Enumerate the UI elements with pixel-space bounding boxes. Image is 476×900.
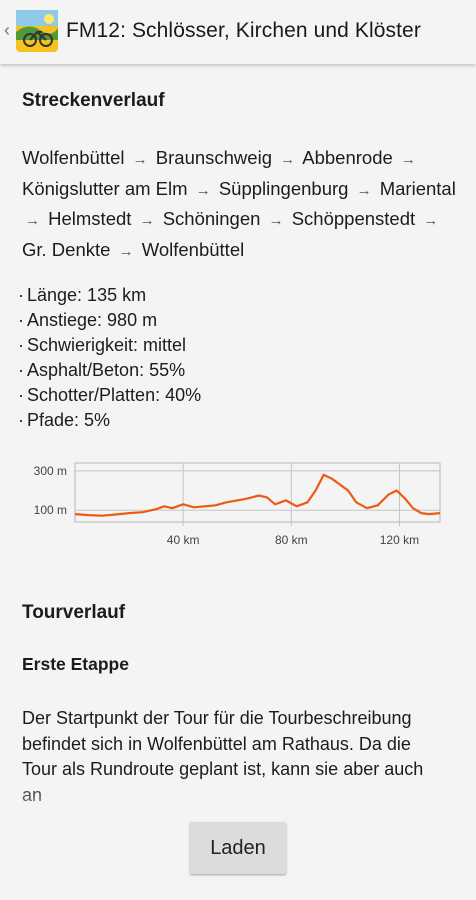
y-tick-label: 100 m [34, 503, 67, 517]
stat-item: Schotter/Platten: 40% [18, 383, 201, 408]
x-tick-label: 40 km [167, 533, 200, 547]
route-stop: Königslutter am Elm [22, 177, 188, 199]
arrow-right-icon: → [423, 212, 439, 229]
elevation-line [74, 473, 441, 517]
route-stop: Wolfenbüttel [141, 238, 245, 260]
x-tick-label: 120 km [380, 533, 419, 547]
route-stats: Länge: 135 kmAnstiege: 980 mSchwierigkei… [18, 283, 201, 433]
arrow-right-icon: → [118, 242, 134, 260]
route-stop: Gr. Denkte [22, 238, 111, 260]
arrow-right-icon: → [268, 212, 284, 229]
stat-item: Länge: 135 km [18, 283, 201, 308]
page-title: FM12: Schlösser, Kirchen und Klöster [66, 19, 421, 42]
stat-item: Asphalt/Beton: 55% [18, 358, 201, 383]
arrow-right-icon: → [25, 212, 40, 229]
arrow-right-icon: → [356, 181, 372, 199]
arrow-right-icon: → [132, 151, 148, 168]
route-stop: Helmstedt [48, 208, 132, 229]
back-chevron-icon[interactable]: ‹ [4, 20, 10, 40]
elevation-chart: 300 m 100 m 40 km 80 km 120 km [34, 462, 441, 547]
stat-item: Pfade: 5% [18, 408, 201, 433]
arrow-right-icon: → [400, 151, 416, 168]
arrow-right-icon: → [280, 151, 296, 168]
stage-heading: Erste Etappe [22, 654, 129, 674]
load-button[interactable]: Laden [190, 822, 286, 874]
route-stop: Mariental [379, 177, 456, 199]
x-tick-label: 80 km [275, 533, 308, 547]
route-stop: Abbenrode [302, 147, 393, 168]
scroll-content[interactable]: Streckenverlauf Wolfenbüttel → Braunschw… [0, 64, 476, 900]
tour-heading: Tourverlauf [22, 602, 126, 623]
route-stop: Süpplingenburg [218, 177, 349, 199]
route-path: Wolfenbüttel → Braunschweig → Abbenrode … [22, 144, 462, 266]
route-stop: Schöningen [162, 208, 261, 229]
route-stop: Braunschweig [155, 147, 272, 168]
route-heading: Streckenverlauf [22, 90, 165, 111]
stat-item: Schwierigkeit: mittel [18, 333, 201, 358]
arrow-right-icon: → [195, 181, 211, 199]
action-bar: ‹ FM12: Schlösser, Kirchen und Klöster [0, 0, 476, 64]
arrow-right-icon: → [139, 212, 155, 229]
app-logo-icon[interactable] [16, 10, 58, 52]
route-stop: Wolfenbüttel [22, 147, 125, 168]
y-tick-label: 300 m [34, 464, 67, 478]
stat-item: Anstiege: 980 m [18, 308, 201, 333]
route-stop: Schöppenstedt [291, 208, 416, 229]
